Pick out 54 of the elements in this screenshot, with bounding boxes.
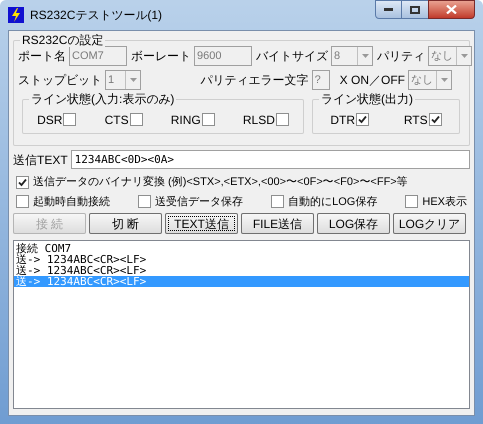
log-line[interactable]: 送-> 1234ABC<CR><LF> xyxy=(14,254,469,265)
action-button[interactable]: 切 断 xyxy=(89,213,162,234)
window-title: RS232Cテストツール(1) xyxy=(30,7,162,24)
dropdown-arrow-icon xyxy=(357,47,372,65)
field-label: パリティエラー文字 xyxy=(200,72,309,89)
checkbox[interactable] xyxy=(356,113,370,126)
minimize-button[interactable] xyxy=(375,0,402,19)
field-label: パリティ xyxy=(377,48,425,65)
checkbox[interactable] xyxy=(202,113,215,126)
checkbox-label: RTS xyxy=(404,112,428,128)
checkbox-label: RING xyxy=(170,112,201,128)
close-icon xyxy=(446,5,457,14)
log-line[interactable]: 接続 COM7 xyxy=(14,243,469,254)
checkbox[interactable] xyxy=(130,113,143,126)
checkbox-label: 送受信データ保存 xyxy=(155,194,244,210)
checkbox-label: 起動時自動接続 xyxy=(33,194,110,210)
field-label: X ON／OFF xyxy=(340,72,405,89)
checkbox-label: 送信データのバイナリ変換 (例)<STX>,<ETX>,<00>〜<0F>〜<F0>〜<FF>等 xyxy=(33,174,408,190)
action-button[interactable]: FILE送信 xyxy=(241,213,314,234)
checkbox-label: DTR xyxy=(330,112,356,128)
field-label: 送信TEXT xyxy=(13,152,68,168)
log-line[interactable]: 送-> 1234ABC<CR><LF> xyxy=(14,265,469,276)
checkbox-label: CTS xyxy=(104,112,129,128)
dropdown-arrow-icon xyxy=(456,47,471,65)
checkbox-label: DSR xyxy=(37,112,62,128)
dropdown-arrow-icon xyxy=(436,71,451,89)
close-button[interactable] xyxy=(428,0,475,19)
checkbox[interactable] xyxy=(271,195,284,208)
minimize-icon xyxy=(384,8,393,11)
checkbox[interactable] xyxy=(405,195,418,208)
group-title: ライン状態(入力:表示のみ) xyxy=(29,92,176,106)
checkbox[interactable] xyxy=(138,195,152,208)
maximize-icon xyxy=(410,6,420,14)
action-button[interactable]: LOGクリア xyxy=(393,213,466,234)
checkbox-label: 自動的にLOG保存 xyxy=(288,194,378,210)
field-label: ポート名 xyxy=(18,48,66,65)
action-button[interactable]: TEXT送信 xyxy=(165,213,238,234)
checkbox[interactable] xyxy=(16,195,29,208)
field-label: ストップビット xyxy=(18,72,102,89)
group-title: ライン状態(出力) xyxy=(319,92,415,106)
input-field[interactable]: 1234ABC<0D><0A> xyxy=(70,150,470,169)
field-label: バイトサイズ xyxy=(256,48,328,65)
checkbox[interactable] xyxy=(276,113,289,126)
group-title: RS232Cの設定 xyxy=(20,33,106,47)
action-button[interactable]: LOG保存 xyxy=(317,213,390,234)
field-label: ボーレート xyxy=(131,48,191,65)
checkbox[interactable] xyxy=(63,113,76,126)
checkbox-label: HEX表示 xyxy=(422,194,467,210)
checkbox-label: RLSD xyxy=(242,112,275,128)
dropdown-arrow-icon xyxy=(125,71,140,89)
maximize-button[interactable] xyxy=(402,0,428,19)
checkbox[interactable] xyxy=(428,113,442,126)
app-icon xyxy=(8,7,24,23)
checkbox[interactable] xyxy=(16,176,29,189)
